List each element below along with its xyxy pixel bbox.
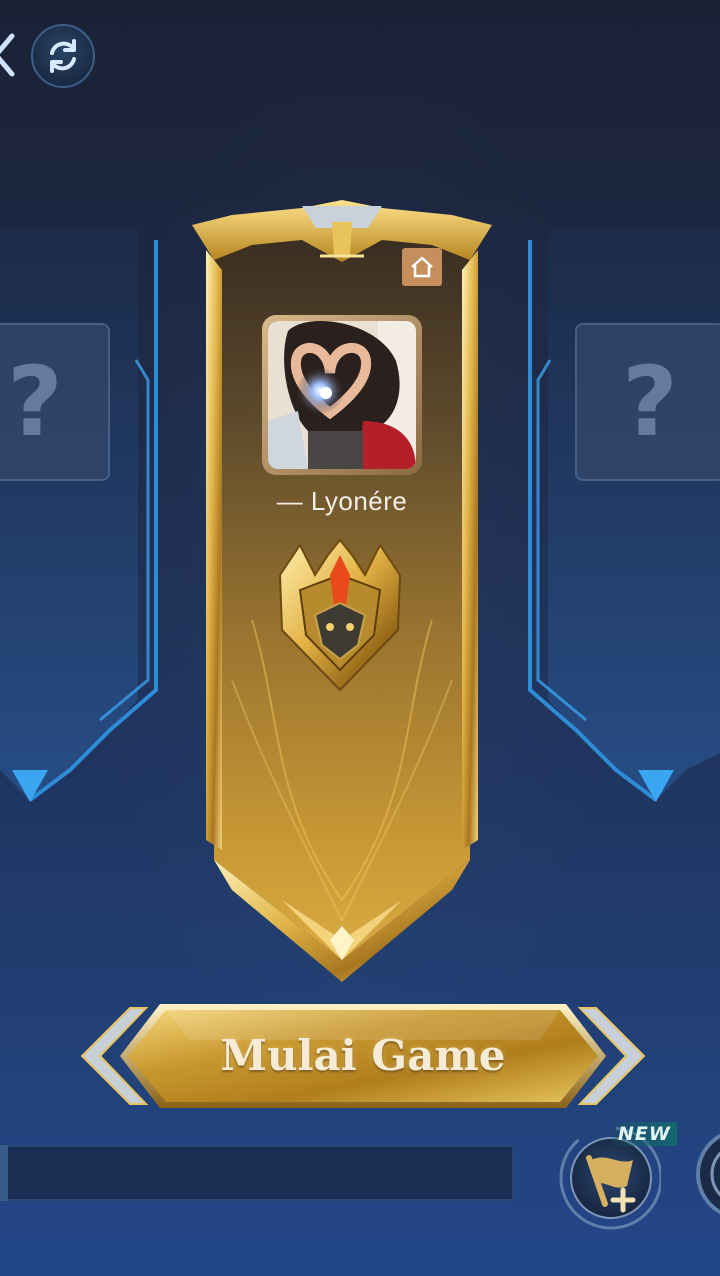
empty-slot-placeholder-left[interactable]: ?: [0, 323, 110, 481]
empty-slot-placeholder-right[interactable]: ?: [575, 323, 720, 481]
empty-slot-banner-right[interactable]: [526, 210, 720, 810]
chat-bar-cap: [0, 1145, 8, 1201]
refresh-button[interactable]: [31, 24, 95, 88]
empty-slot-banner-left[interactable]: [0, 210, 160, 810]
home-icon: [411, 256, 433, 278]
question-mark: ?: [7, 346, 63, 458]
start-game-button[interactable]: [80, 1000, 646, 1112]
rank-emblem-icon: [278, 538, 402, 692]
back-chevron-icon[interactable]: [0, 28, 16, 82]
chat-bar[interactable]: [0, 1145, 514, 1201]
lobby-screen: ? ? — Lyonére Mulai Game NEW: [0, 0, 720, 1276]
edge-menu-button[interactable]: [696, 1128, 720, 1218]
refresh-icon: [50, 39, 76, 73]
player-name: — Lyonére: [276, 486, 408, 516]
avatar-image: [268, 321, 416, 469]
player-avatar[interactable]: [262, 315, 422, 475]
new-badge: NEW: [612, 1122, 677, 1146]
home-button[interactable]: [402, 248, 442, 286]
question-mark: ?: [622, 346, 678, 458]
